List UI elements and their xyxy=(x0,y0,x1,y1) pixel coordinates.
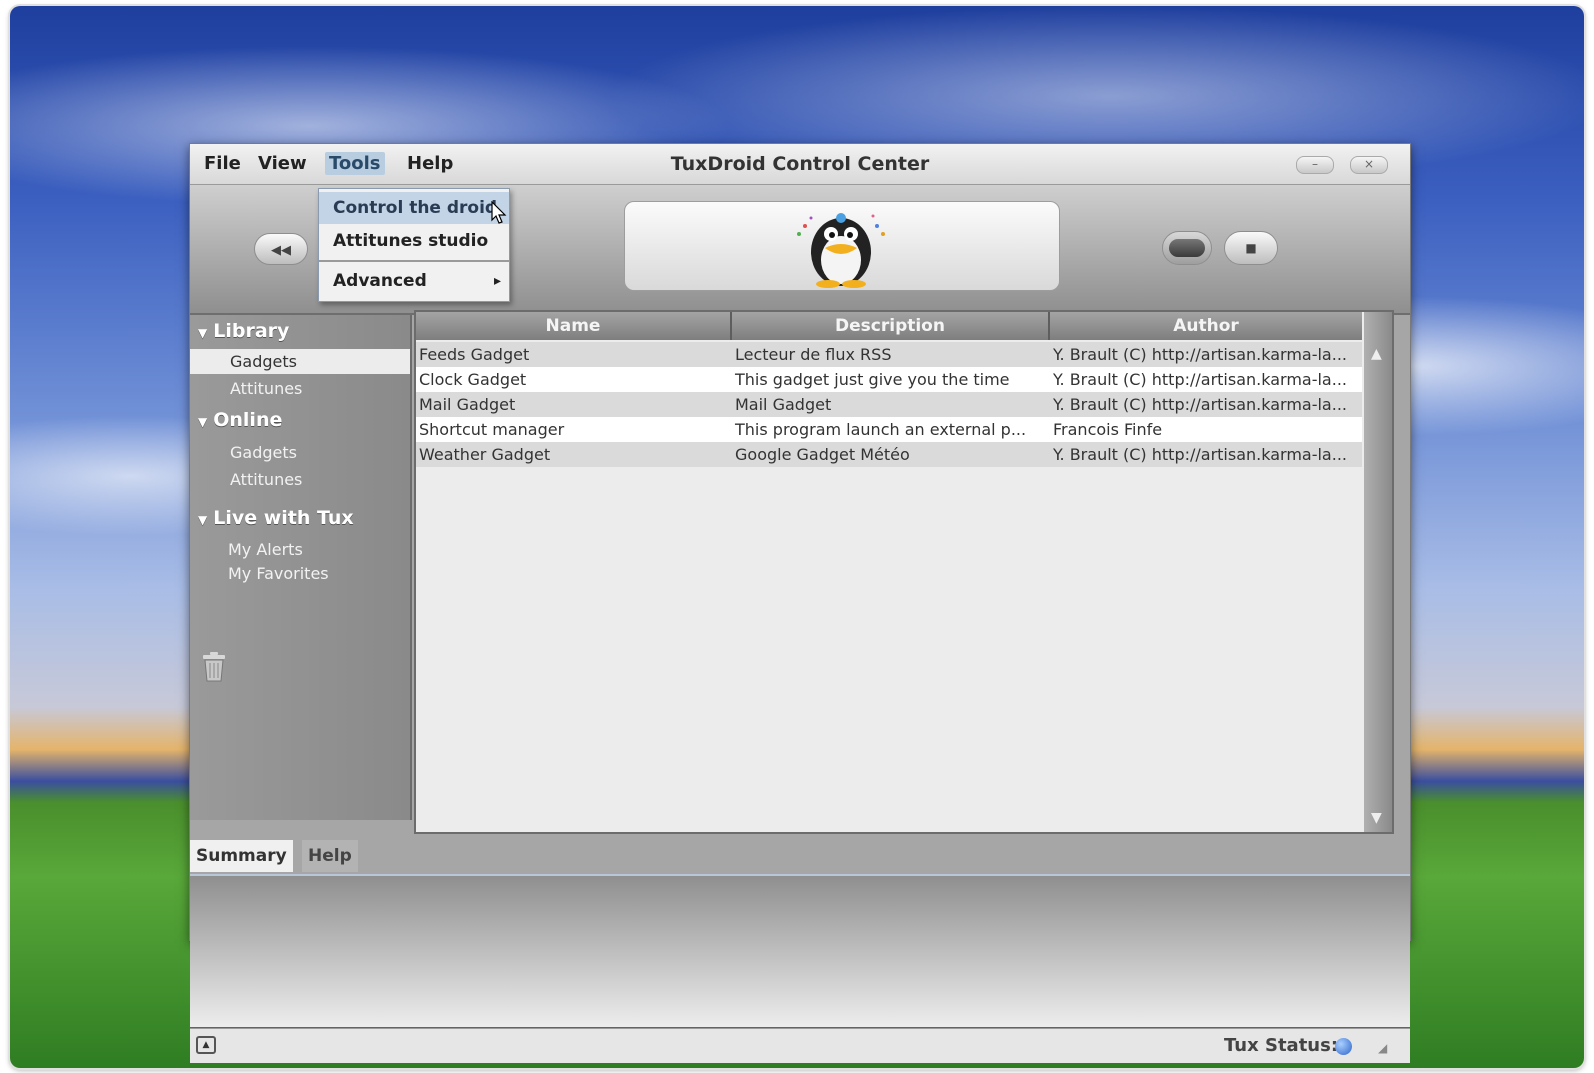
cell-name: Weather Gadget xyxy=(419,445,551,464)
column-header-description[interactable]: Description xyxy=(732,312,1050,340)
menu-item-advanced-label: Advanced xyxy=(333,271,427,291)
cell-name: Shortcut manager xyxy=(419,420,565,439)
stop-icon: ■ xyxy=(1245,241,1257,255)
cell-author: Y. Brault (C) http://artisan.karma-la... xyxy=(1053,445,1347,464)
minimize-button[interactable]: – xyxy=(1296,156,1334,174)
expand-arrow-icon: ▼ xyxy=(198,415,208,429)
expand-arrow-icon: ▼ xyxy=(198,513,208,527)
sidebar-item-my-alerts[interactable]: My Alerts xyxy=(228,540,303,559)
sidebar-category-live-with-tux[interactable]: ▼ Live with Tux xyxy=(198,507,354,529)
summary-panel xyxy=(190,876,1410,1027)
tux-penguin-icon xyxy=(797,213,885,288)
sidebar-item-library-attitunes[interactable]: Attitunes xyxy=(230,379,302,398)
sidebar-item-online-attitunes[interactable]: Attitunes xyxy=(230,470,302,489)
sidebar-category-online-label: Online xyxy=(213,409,283,431)
close-button[interactable]: × xyxy=(1350,156,1388,174)
tux-status-indicator-icon xyxy=(1335,1038,1352,1055)
tux-display-panel xyxy=(624,201,1060,291)
scroll-down-icon[interactable]: ▼ xyxy=(1371,810,1382,826)
tab-help[interactable]: Help xyxy=(302,840,358,872)
back-button[interactable]: ◀◀ xyxy=(254,233,308,265)
tux-status-label: Tux Status: xyxy=(1224,1035,1339,1056)
scroll-up-icon[interactable]: ▲ xyxy=(1371,346,1382,362)
tab-summary[interactable]: Summary xyxy=(190,840,293,872)
gadgets-table: Name Description Author Feeds Gadget Lec… xyxy=(414,310,1394,834)
sidebar-item-online-gadgets[interactable]: Gadgets xyxy=(230,443,297,462)
cell-author: Francois Finfe xyxy=(1053,420,1163,439)
cell-description: Lecteur de flux RSS xyxy=(735,345,892,364)
column-header-name[interactable]: Name xyxy=(416,312,732,340)
column-header-author[interactable]: Author xyxy=(1050,312,1362,340)
toggle-indicator xyxy=(1169,239,1205,257)
cell-description: This program launch an external p... xyxy=(735,420,1027,439)
table-header: Name Description Author xyxy=(416,312,1362,340)
trash-icon[interactable] xyxy=(200,651,228,683)
expand-arrow-icon: ▼ xyxy=(198,326,208,340)
tools-dropdown-menu: Control the droid Attitunes studio Advan… xyxy=(318,188,510,302)
vertical-scrollbar[interactable]: ▲ ▼ xyxy=(1364,312,1392,832)
menu-item-advanced[interactable]: Advanced ▸ xyxy=(319,265,509,297)
tuxdroid-control-center-window: File View Tools Help TuxDroid Control Ce… xyxy=(189,143,1411,1063)
submenu-arrow-icon: ▸ xyxy=(493,273,501,289)
sidebar-category-library[interactable]: ▼ Library xyxy=(198,320,289,342)
sidebar-item-my-favorites[interactable]: My Favorites xyxy=(228,564,329,583)
table-row[interactable]: Weather Gadget Google Gadget Météo Y. Br… xyxy=(416,442,1362,467)
cell-description: Google Gadget Météo xyxy=(735,445,910,464)
sidebar-category-library-label: Library xyxy=(213,320,290,342)
cell-description: This gadget just give you the time xyxy=(735,370,1010,389)
resize-grip-icon[interactable]: ◢ xyxy=(1378,1041,1387,1055)
sidebar-category-live-with-tux-label: Live with Tux xyxy=(213,507,354,529)
cell-author: Y. Brault (C) http://artisan.karma-la... xyxy=(1053,395,1347,414)
expand-panel-icon[interactable]: ▲ xyxy=(196,1036,216,1054)
cell-name: Feeds Gadget xyxy=(419,345,530,364)
table-row[interactable]: Clock Gadget This gadget just give you t… xyxy=(416,367,1362,392)
cell-description: Mail Gadget xyxy=(735,395,832,414)
menu-separator xyxy=(319,260,509,262)
toggle-button[interactable] xyxy=(1162,231,1212,265)
table-row[interactable]: Mail Gadget Mail Gadget Y. Brault (C) ht… xyxy=(416,392,1362,417)
status-bar: ▲ Tux Status: ◢ xyxy=(190,1028,1410,1063)
menu-item-control-the-droid[interactable]: Control the droid xyxy=(319,192,509,224)
bottom-tabs: Summary Help xyxy=(190,834,1410,876)
cell-name: Clock Gadget xyxy=(419,370,527,389)
sidebar: ▼ Library Gadgets Attitunes ▼ Online Gadge… xyxy=(190,315,412,820)
mouse-cursor-icon xyxy=(491,201,507,224)
table-row[interactable]: Feeds Gadget Lecteur de flux RSS Y. Brau… xyxy=(416,342,1362,367)
window-title: TuxDroid Control Center xyxy=(670,153,930,175)
sidebar-category-online[interactable]: ▼ Online xyxy=(198,409,282,431)
cell-author: Y. Brault (C) http://artisan.karma-la... xyxy=(1053,370,1347,389)
rewind-icon: ◀◀ xyxy=(271,243,291,258)
stop-button[interactable]: ■ xyxy=(1224,231,1278,265)
table-row[interactable]: Shortcut manager This program launch an … xyxy=(416,417,1362,442)
sidebar-item-library-gadgets[interactable]: Gadgets xyxy=(190,349,410,374)
menu-item-attitunes-studio[interactable]: Attitunes studio xyxy=(319,225,509,257)
title-bar: File View Tools Help TuxDroid Control Ce… xyxy=(190,144,1410,185)
cell-author: Y. Brault (C) http://artisan.karma-la... xyxy=(1053,345,1347,364)
cell-name: Mail Gadget xyxy=(419,395,516,414)
